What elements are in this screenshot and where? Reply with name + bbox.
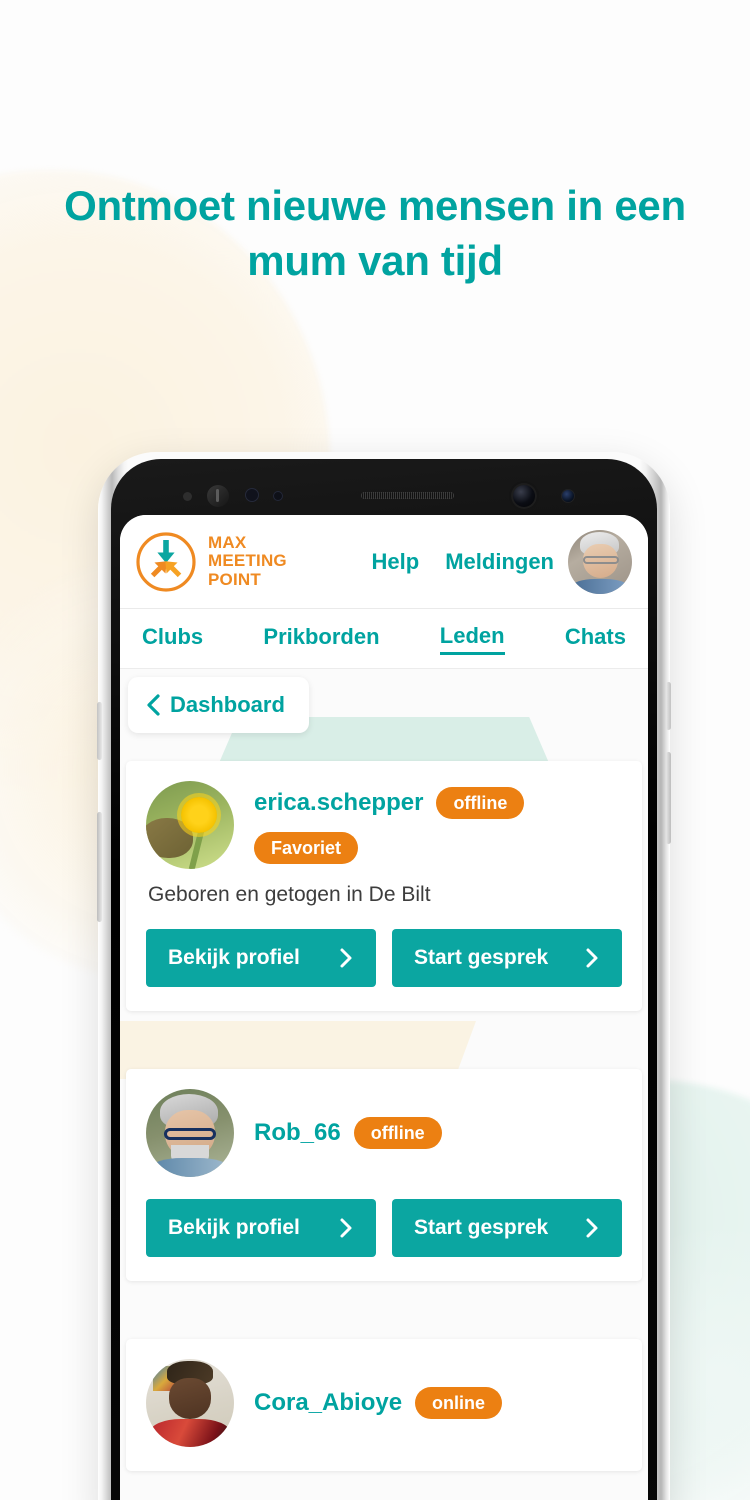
- avatar[interactable]: [568, 529, 632, 594]
- logo-line-1: MAX: [208, 532, 247, 552]
- tab-prikborden[interactable]: Prikborden: [263, 624, 379, 653]
- member-bio: Geboren en getogen in De Bilt: [148, 883, 431, 906]
- glasses-icon: [582, 556, 619, 565]
- view-profile-label: Bekijk profiel: [168, 946, 300, 969]
- logo-line-2: MEETING: [208, 551, 287, 571]
- member-username[interactable]: Cora_Abioye: [254, 1389, 402, 1417]
- app-header: MAX MEETING POINT Help Meldingen: [120, 515, 648, 609]
- tab-leden[interactable]: Leden: [439, 623, 505, 655]
- favorite-badge[interactable]: Favoriet: [254, 831, 359, 864]
- back-link-label: Dashboard: [170, 692, 285, 717]
- member-card[interactable]: erica.schepper offline Favoriet Geboren …: [126, 761, 642, 1011]
- help-link[interactable]: Help: [372, 549, 420, 575]
- view-profile-button[interactable]: Bekijk profiel: [146, 929, 376, 987]
- phone-screen: MAX MEETING POINT Help Meldingen Clubs P…: [120, 515, 648, 1500]
- front-camera-icon: [511, 483, 537, 509]
- promo-headline: Ontmoet nieuwe mensen in een mum van tij…: [64, 182, 686, 285]
- member-header: Cora_Abioye online: [146, 1359, 622, 1447]
- proximity-sensor-icon: [245, 488, 259, 502]
- avatar-dress: [149, 1418, 231, 1447]
- logo-line-3: POINT: [208, 569, 261, 589]
- member-actions: Bekijk profiel Start gesprek: [146, 1199, 622, 1257]
- chevron-right-icon: [586, 948, 598, 968]
- view-profile-label: Bekijk profiel: [168, 1216, 300, 1239]
- avatar-flower: [181, 796, 218, 833]
- secondary-camera-icon: [561, 489, 575, 503]
- chevron-right-icon: [340, 948, 352, 968]
- header-nav: Help Meldingen: [372, 549, 560, 575]
- notifications-link[interactable]: Meldingen: [445, 549, 554, 575]
- phone-device: MAX MEETING POINT Help Meldingen Clubs P…: [97, 452, 671, 1500]
- back-to-dashboard-button[interactable]: Dashboard: [128, 677, 309, 733]
- member-name-row: Rob_66 offline: [254, 1117, 442, 1149]
- member-card[interactable]: Cora_Abioye online: [126, 1339, 642, 1471]
- status-badge: offline: [353, 1117, 442, 1149]
- avatar-shirt: [151, 1157, 229, 1177]
- chevron-right-icon: [586, 1218, 598, 1238]
- avatar-face: [168, 1378, 212, 1419]
- glasses-icon: [163, 1127, 217, 1141]
- promo-screenshot: Ontmoet nieuwe mensen in een mum van tij…: [0, 0, 750, 1500]
- start-chat-button[interactable]: Start gesprek: [392, 1199, 622, 1257]
- light-sensor-icon: [183, 492, 192, 501]
- inward-arrows-icon: [136, 531, 196, 592]
- chevron-left-icon: [147, 694, 160, 716]
- earpiece-speaker-icon: [361, 492, 454, 499]
- member-avatar[interactable]: [146, 1359, 234, 1447]
- app-logo[interactable]: MAX MEETING POINT: [134, 530, 287, 594]
- member-avatar[interactable]: [146, 781, 234, 869]
- tab-clubs[interactable]: Clubs: [142, 624, 203, 653]
- member-header: erica.schepper offline Favoriet: [146, 781, 622, 869]
- member-name-row: Cora_Abioye online: [254, 1387, 503, 1419]
- member-name-row: erica.schepper offline Favoriet: [254, 786, 622, 864]
- status-badge: offline: [436, 786, 525, 819]
- phone-button-right-mid[interactable]: [666, 752, 671, 844]
- view-profile-button[interactable]: Bekijk profiel: [146, 1199, 376, 1257]
- member-header: Rob_66 offline: [146, 1089, 622, 1177]
- member-card[interactable]: Rob_66 offline Bekijk profiel Start gesp…: [126, 1069, 642, 1281]
- member-username[interactable]: erica.schepper: [254, 789, 423, 817]
- start-chat-label: Start gesprek: [414, 1216, 549, 1239]
- member-username[interactable]: Rob_66: [254, 1119, 341, 1147]
- iris-sensor-icon: [207, 485, 229, 507]
- member-actions: Bekijk profiel Start gesprek: [146, 929, 622, 987]
- start-chat-label: Start gesprek: [414, 946, 549, 969]
- avatar-shirt: [571, 579, 629, 594]
- tab-chats[interactable]: Chats: [565, 624, 626, 653]
- start-chat-button[interactable]: Start gesprek: [392, 929, 622, 987]
- phone-button-left-top[interactable]: [97, 702, 102, 760]
- members-list: Dashboard erica.schepper offline Favorie…: [120, 669, 648, 1500]
- chevron-right-icon: [340, 1218, 352, 1238]
- ambient-sensor-icon: [273, 491, 283, 501]
- phone-sensor-row: [133, 483, 635, 509]
- phone-button-right-top[interactable]: [666, 682, 671, 730]
- tab-bar: Clubs Prikborden Leden Chats: [120, 609, 648, 669]
- phone-button-left-mid[interactable]: [97, 812, 102, 922]
- member-avatar[interactable]: [146, 1089, 234, 1177]
- status-badge: online: [415, 1387, 503, 1419]
- logo-text: MAX MEETING POINT: [208, 532, 287, 589]
